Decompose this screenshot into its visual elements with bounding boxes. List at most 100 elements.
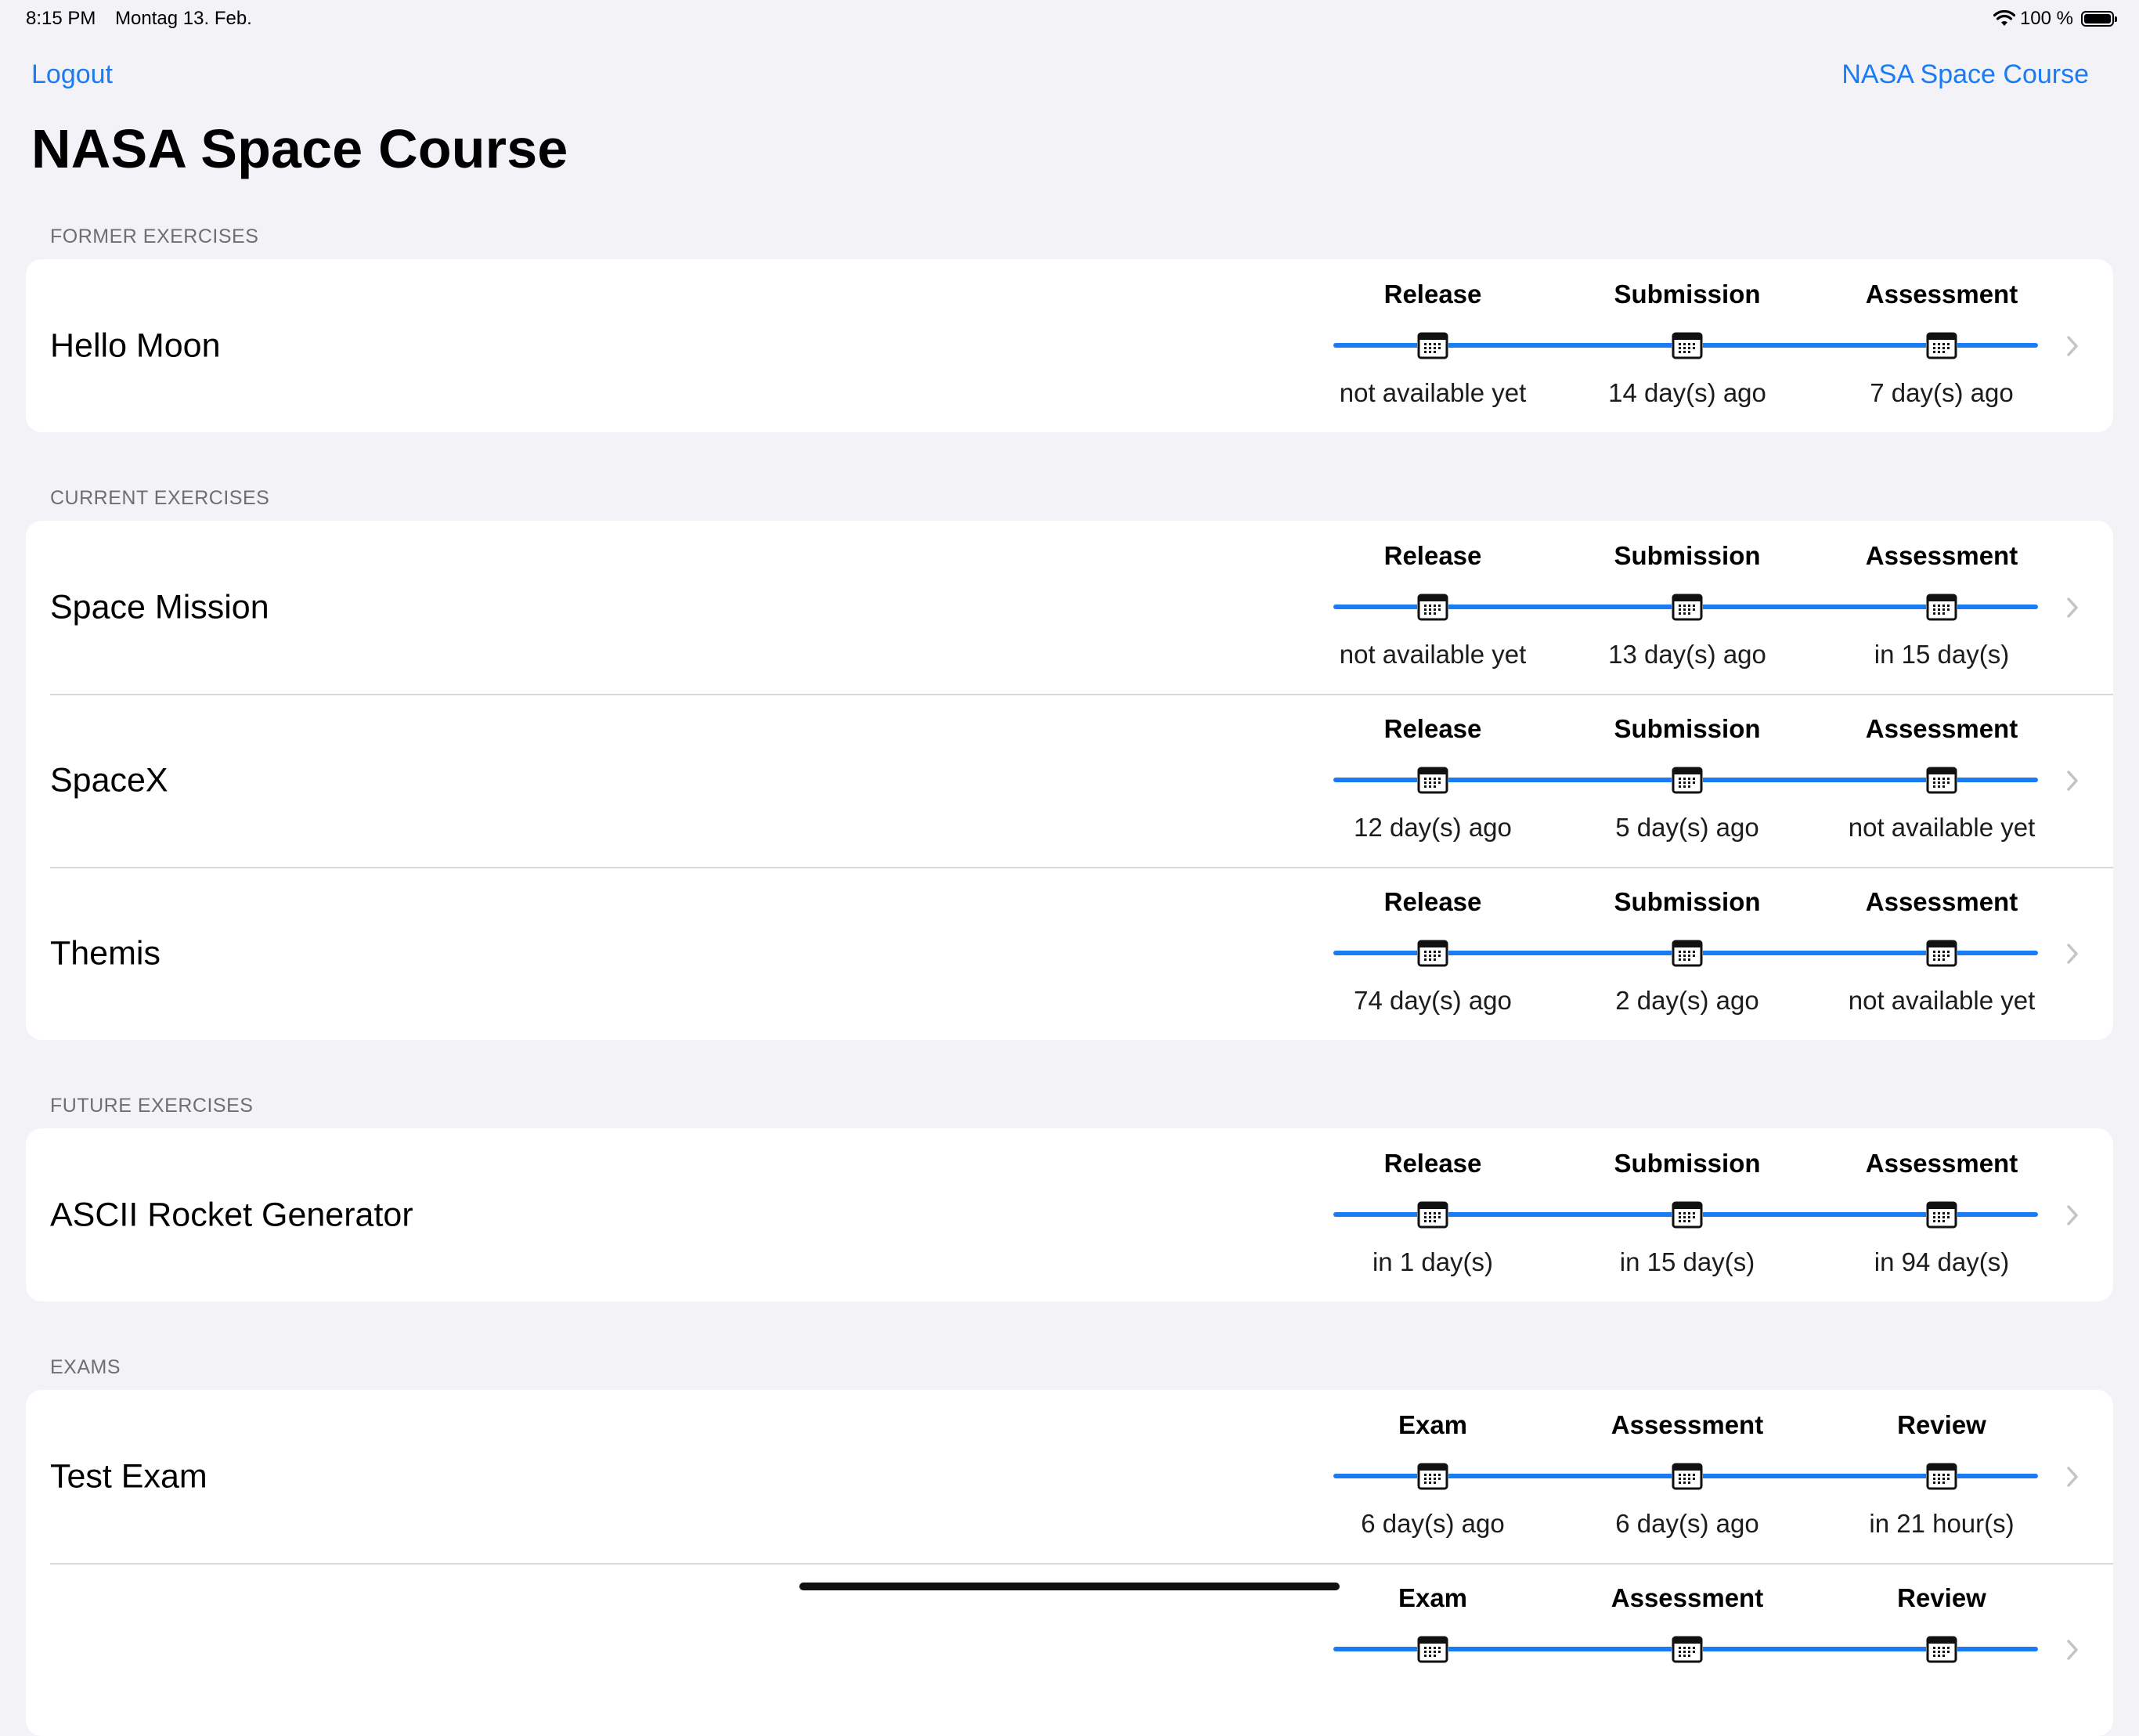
chevron-right-icon	[2066, 597, 2079, 619]
timeline-stop: Submission 5 day(s) ago	[1570, 694, 1805, 867]
exercise-row[interactable]: ASCII Rocket Generator Release in 1 day(s…	[26, 1128, 2113, 1301]
exercise-name: Space Mission	[50, 588, 269, 626]
stop-value: 12 day(s) ago	[1354, 813, 1512, 842]
timeline-stop: Assessment 6 day(s) ago	[1570, 1390, 1805, 1563]
exercise-timeline: Release not available yet Submission 14 d…	[1310, 259, 2061, 432]
stop-label: Release	[1383, 541, 1482, 570]
exercise-timeline: Release not available yet Submission 13 d…	[1310, 521, 2061, 694]
exercise-timeline: Exam 6 day(s) ago Assessment 6 day(s) ago…	[1310, 1390, 2061, 1563]
stop-value: in 1 day(s)	[1372, 1247, 1494, 1276]
timeline-stop: Review	[1824, 1563, 2059, 1736]
timeline-stop: Exam	[1315, 1563, 1550, 1736]
timeline-stop: Exam 6 day(s) ago	[1315, 1390, 1550, 1563]
stop-value: in 94 day(s)	[1874, 1247, 2010, 1276]
stop-value: 13 day(s) ago	[1608, 640, 1766, 669]
home-indicator[interactable]	[799, 1583, 1340, 1590]
exercise-row[interactable]: Space Mission Release not available yet Su…	[26, 521, 2113, 694]
calendar-icon	[1417, 1635, 1448, 1663]
section-card: Space Mission Release not available yet Su…	[26, 521, 2113, 1040]
stop-value: not available yet	[1339, 640, 1527, 669]
stop-label: Release	[1383, 714, 1482, 743]
status-bar: 8:15 PM Montag 13. Feb. 100 %	[0, 0, 2139, 38]
stop-value: in 15 day(s)	[1619, 1247, 1755, 1276]
course-menu-button[interactable]: NASA Space Course	[1841, 60, 2089, 90]
timeline-stop: Submission 14 day(s) ago	[1570, 259, 1805, 432]
status-right: 100 %	[1993, 8, 2117, 30]
exercise-name: ASCII Rocket Generator	[50, 1196, 413, 1233]
logout-button[interactable]: Logout	[31, 60, 113, 90]
stop-value: in 21 hour(s)	[1869, 1509, 2015, 1538]
wifi-icon	[1993, 10, 2015, 26]
calendar-icon	[1672, 593, 1703, 621]
exercise-timeline: Release 12 day(s) ago Submission 5 day(s)…	[1310, 694, 2061, 867]
calendar-icon	[1672, 1635, 1703, 1663]
exercise-name: Themis	[50, 934, 161, 972]
stop-value: not available yet	[1339, 378, 1527, 407]
stop-label: Submission	[1614, 541, 1761, 570]
section-card: ASCII Rocket Generator Release in 1 day(s…	[26, 1128, 2113, 1301]
timeline-stop: Review in 21 hour(s)	[1824, 1390, 2059, 1563]
exercise-row[interactable]: Themis Release 74 day(s) ago Submission 2 …	[26, 867, 2113, 1040]
calendar-icon	[1926, 766, 1957, 794]
timeline-stop: Assessment	[1570, 1563, 1805, 1736]
timeline-stop: Release not available yet	[1315, 259, 1550, 432]
calendar-icon	[1926, 1635, 1957, 1663]
calendar-icon	[1926, 1200, 1957, 1229]
exercise-timeline: Release 74 day(s) ago Submission 2 day(s)…	[1310, 867, 2061, 1040]
chevron-right-icon	[2066, 1466, 2079, 1488]
exercise-name: Test Exam	[50, 1457, 207, 1495]
stop-value: 6 day(s) ago	[1615, 1509, 1759, 1538]
stop-value: 6 day(s) ago	[1361, 1509, 1505, 1538]
section-header: CURRENT EXERCISES	[50, 487, 270, 509]
stop-value: not available yet	[1848, 813, 2036, 842]
calendar-icon	[1926, 331, 1957, 359]
stop-value: 7 day(s) ago	[1870, 378, 2014, 407]
calendar-icon	[1672, 939, 1703, 967]
calendar-icon	[1417, 1200, 1448, 1229]
calendar-icon	[1417, 1462, 1448, 1490]
stop-label: Submission	[1614, 887, 1761, 916]
calendar-icon	[1672, 766, 1703, 794]
calendar-icon	[1672, 1200, 1703, 1229]
chevron-right-icon	[2066, 770, 2079, 792]
calendar-icon	[1926, 593, 1957, 621]
chevron-right-icon	[2066, 335, 2079, 357]
stop-label: Assessment	[1865, 714, 2018, 743]
section-header: FUTURE EXERCISES	[50, 1095, 254, 1117]
section-card: Hello Moon Release not available yet Submi…	[26, 259, 2113, 432]
section-header: FORMER EXERCISES	[50, 226, 259, 247]
stop-label: Review	[1897, 1410, 1986, 1439]
timeline-stop: Assessment not available yet	[1824, 867, 2059, 1040]
stop-value: in 15 day(s)	[1874, 640, 2010, 669]
timeline-stop: Submission in 15 day(s)	[1570, 1128, 1805, 1301]
timeline-stop: Release 12 day(s) ago	[1315, 694, 1550, 867]
stop-label: Assessment	[1865, 280, 2018, 309]
stop-label: Submission	[1614, 714, 1761, 743]
status-time: 8:15 PM	[26, 8, 96, 29]
timeline-stop: Assessment in 94 day(s)	[1824, 1128, 2059, 1301]
exercise-row[interactable]: Test Exam Exam 6 day(s) ago Assessment 6 d…	[26, 1390, 2113, 1563]
timeline-stop: Release not available yet	[1315, 521, 1550, 694]
stop-value: not available yet	[1848, 986, 2036, 1015]
chevron-right-icon	[2066, 1204, 2079, 1226]
stop-label: Submission	[1614, 280, 1761, 309]
chevron-right-icon	[2066, 943, 2079, 965]
stop-label: Release	[1383, 1149, 1482, 1178]
timeline-stop: Submission 13 day(s) ago	[1570, 521, 1805, 694]
exercise-name: Hello Moon	[50, 327, 221, 364]
stop-value: 5 day(s) ago	[1615, 813, 1759, 842]
calendar-icon	[1417, 939, 1448, 967]
status-left: 8:15 PM Montag 13. Feb.	[26, 8, 266, 30]
stop-value: 14 day(s) ago	[1608, 378, 1766, 407]
stop-label: Assessment	[1611, 1583, 1764, 1612]
exercise-row[interactable]: Hello Moon Release not available yet Submi…	[26, 259, 2113, 432]
exercise-timeline: Exam Assessment Review	[1310, 1563, 2061, 1736]
page-title: NASA Space Course	[31, 118, 568, 179]
exercise-row[interactable]: SpaceX Release 12 day(s) ago Submission 5 …	[26, 694, 2113, 867]
calendar-icon	[1417, 331, 1448, 359]
battery-icon	[2081, 11, 2117, 27]
timeline-stop: Assessment in 15 day(s)	[1824, 521, 2059, 694]
calendar-icon	[1417, 593, 1448, 621]
stop-value: 2 day(s) ago	[1615, 986, 1759, 1015]
timeline-stop: Release 74 day(s) ago	[1315, 867, 1550, 1040]
